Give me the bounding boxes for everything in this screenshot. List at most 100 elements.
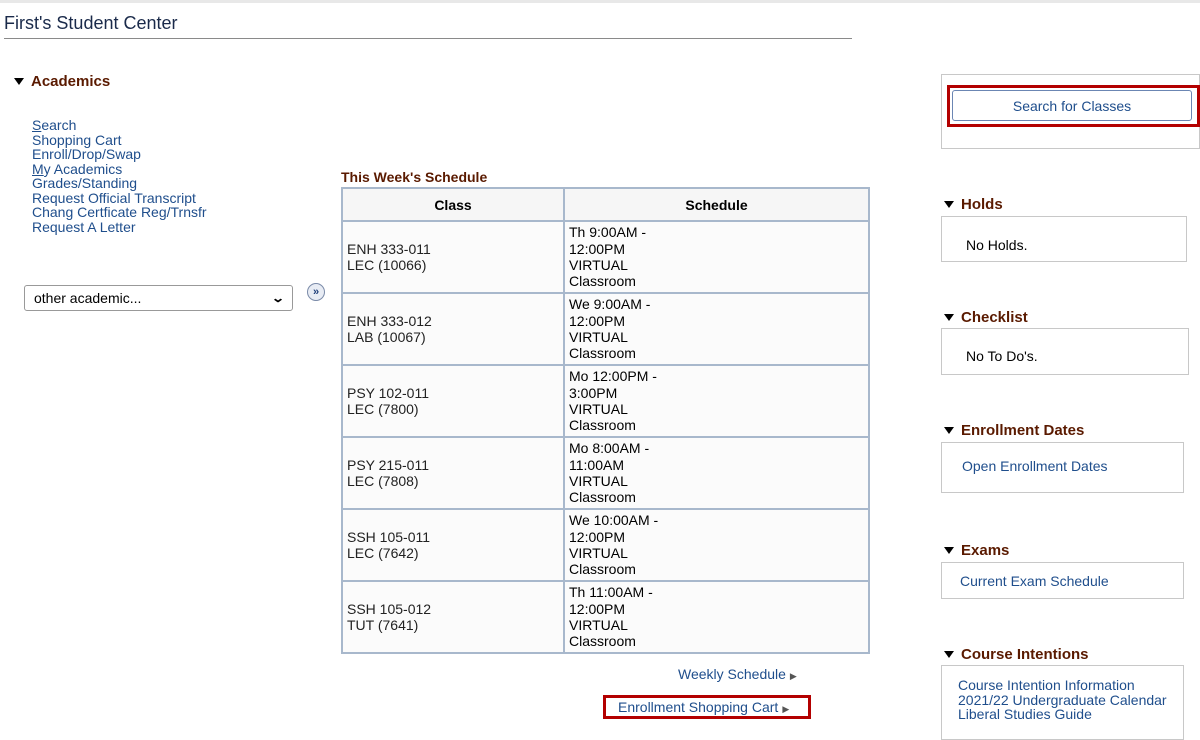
academics-link-my-academics[interactable]: My Academics [32,161,207,177]
class-section: LAB (10067) [347,329,426,345]
weekly-schedule-label[interactable]: Weekly Schedule [678,666,786,682]
collapse-triangle-icon [944,651,954,658]
class-code: SSH 105-011 [347,528,431,545]
class-code: SSH 105-012 [347,600,432,617]
course-intentions-links: Course Intention Information 2021/22 Und… [958,678,1167,722]
academics-links: Search Shopping Cart Enroll/Drop/Swap My Ac… [32,118,207,234]
holds-text: No Holds. [966,237,1028,253]
academics-link-search[interactable]: Search [32,118,207,133]
schedule-room: Classroom [569,633,636,650]
schedule-end: 12:00PM [569,312,626,329]
schedule-row: PSY 102-011 LEC (7800) Mo 12:00PM -3:00PM V… [341,364,870,438]
schedule-start: Th 9:00AM - [569,224,647,241]
schedule-end: 11:00AM [569,456,624,473]
class-cell: SSH 105-012 TUT (7641) [341,580,565,654]
schedule-room: Classroom [569,489,636,506]
academics-link-chang-certficate-reg-trnsfr[interactable]: Chang Certficate Reg/Trnsfr [32,205,207,220]
schedule-location: VIRTUAL [569,545,628,561]
column-header-schedule: Schedule [563,187,870,222]
enrollment-shopping-cart-link[interactable]: Enrollment Shopping Cart ▶ [618,699,789,715]
schedule-location: VIRTUAL [569,473,628,489]
schedule-room: Classroom [569,345,636,362]
go-button[interactable]: » [307,283,325,301]
schedule-start: Mo 8:00AM - [569,440,650,457]
current-exam-schedule-link[interactable]: Current Exam Schedule [960,573,1109,589]
liberal-studies-guide-link[interactable]: Liberal Studies Guide [958,707,1167,722]
schedule-cell: Mo 8:00AM -11:00AM VIRTUAL Classroom [563,436,870,510]
schedule-room: Classroom [569,273,636,290]
schedule-title: This Week's Schedule [341,169,488,185]
chevron-down-icon: ⌄ [270,291,286,305]
class-section: TUT (7641) [347,617,419,633]
schedule-room: Classroom [569,417,636,434]
class-code: ENH 333-012 [347,312,432,329]
open-enrollment-dates-link[interactable]: Open Enrollment Dates [962,458,1108,474]
class-cell: SSH 105-011 LEC (7642) [341,508,565,582]
academics-link-enroll-drop-swap[interactable]: Enroll/Drop/Swap [32,147,207,162]
schedule-location: VIRTUAL [569,329,628,345]
schedule-cell: We 9:00AM -12:00PM VIRTUAL Classroom [563,292,870,366]
academics-link-request-official-transcript[interactable]: Request Official Transcript [32,190,207,206]
checklist-header[interactable]: Checklist [944,309,1028,326]
class-cell: ENH 333-012 LAB (10067) [341,292,565,366]
schedule-row: ENH 333-011 LEC (10066) Th 9:00AM -12:00PM… [341,220,870,294]
schedule-cell: We 10:00AM -12:00PM VIRTUAL Classroom [563,508,870,582]
schedule-end: 12:00PM [569,240,626,257]
schedule-start: Mo 12:00PM - [569,368,657,385]
search-for-classes-button[interactable]: Search for Classes [952,90,1192,121]
class-section: LEC (7642) [347,545,419,561]
collapse-triangle-icon [944,314,954,321]
class-section: LEC (7808) [347,473,419,489]
schedule-end: 12:00PM [569,600,626,617]
schedule-row: ENH 333-012 LAB (10067) We 9:00AM -12:00PM… [341,292,870,366]
link-label-rest: earch [41,117,77,133]
class-code: PSY 102-011 [347,384,429,401]
arrow-right-icon: ▶ [782,704,790,714]
holds-header[interactable]: Holds [944,196,1003,213]
arrow-right-icon: ▶ [789,671,797,681]
other-academic-dropdown[interactable]: other academic... ⌄ [24,285,293,311]
class-code: ENH 333-011 [347,240,431,257]
weekly-schedule-link[interactable]: Weekly Schedule ▶ [678,666,797,682]
column-header-class: Class [341,187,565,222]
schedule-start: We 9:00AM - [569,296,651,313]
schedule-row: SSH 105-011 LEC (7642) We 10:00AM -12:00PM… [341,508,870,582]
course-intention-information-link[interactable]: Course Intention Information [958,678,1167,693]
dropdown-value: other academic... [34,290,142,306]
exams-header[interactable]: Exams [944,542,1009,559]
top-border [0,0,1200,3]
exams-header-label: Exams [961,542,1010,559]
enrollment-dates-header-label: Enrollment Dates [961,422,1085,439]
schedule-table: Class Schedule ENH 333-011 LEC (10066) Th … [341,187,870,654]
class-cell: PSY 215-011 LEC (7808) [341,436,565,510]
class-section: LEC (7800) [347,401,419,417]
academics-link-grades-standing[interactable]: Grades/Standing [32,176,207,191]
class-cell: ENH 333-011 LEC (10066) [341,220,565,294]
schedule-end: 12:00PM [569,528,626,545]
schedule-cell: Th 9:00AM -12:00PM VIRTUAL Classroom [563,220,870,294]
academics-header[interactable]: Academics [14,73,110,90]
page-title: First's Student Center [4,13,852,39]
schedule-cell: Mo 12:00PM -3:00PM VIRTUAL Classroom [563,364,870,438]
academics-link-request-a-letter[interactable]: Request A Letter [32,219,207,235]
schedule-end: 3:00PM [569,384,618,401]
schedule-header-row: Class Schedule [341,187,870,222]
class-cell: PSY 102-011 LEC (7800) [341,364,565,438]
collapse-triangle-icon [944,427,954,434]
academics-link-shopping-cart[interactable]: Shopping Cart [32,132,207,148]
undergraduate-calendar-link[interactable]: 2021/22 Undergraduate Calendar [958,692,1167,708]
double-arrow-icon: » [312,286,320,298]
enrollment-shopping-cart-label[interactable]: Enrollment Shopping Cart [618,699,778,715]
schedule-start: We 10:00AM - [569,512,659,529]
schedule-room: Classroom [569,561,636,578]
schedule-location: VIRTUAL [569,617,628,633]
schedule-location: VIRTUAL [569,257,628,273]
checklist-header-label: Checklist [961,309,1028,326]
accesskey-letter: S [32,117,42,133]
holds-header-label: Holds [961,196,1003,213]
academics-header-label: Academics [31,73,111,90]
class-section: LEC (10066) [347,257,427,273]
enrollment-dates-header[interactable]: Enrollment Dates [944,422,1084,439]
checklist-text: No To Do's. [966,348,1038,364]
course-intentions-header[interactable]: Course Intentions [944,646,1089,663]
